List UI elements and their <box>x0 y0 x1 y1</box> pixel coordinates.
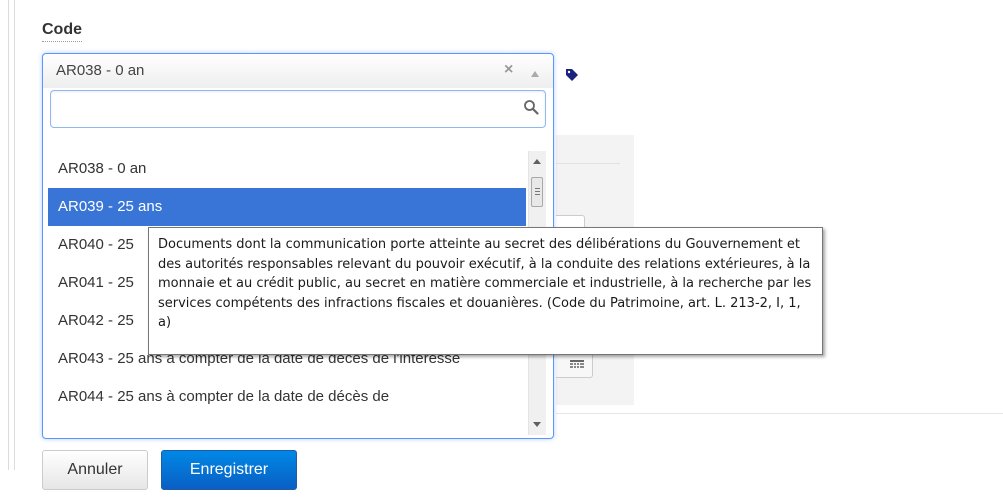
selected-value: AR038 - 0 an <box>56 62 145 79</box>
option-ar039[interactable]: AR039 - 25 ans <box>48 188 526 226</box>
scroll-up-icon[interactable] <box>533 159 541 164</box>
option-ar038[interactable]: AR038 - 0 an <box>48 150 526 188</box>
scroll-thumb[interactable] <box>531 177 543 207</box>
chevron-up-icon[interactable] <box>531 64 539 82</box>
tag-icon[interactable] <box>565 68 579 87</box>
scroll-down-icon[interactable] <box>533 422 541 427</box>
save-button[interactable]: Enregistrer <box>161 450 297 490</box>
cancel-button[interactable]: Annuler <box>42 450 148 490</box>
calendar-button[interactable] <box>556 352 593 378</box>
field-label-code: Code <box>42 20 82 42</box>
divider <box>556 163 620 164</box>
left-border-line <box>8 0 9 470</box>
search-icon <box>523 99 539 120</box>
clear-selection-icon[interactable]: × <box>504 61 513 79</box>
select-current[interactable]: AR038 - 0 an × <box>43 54 553 88</box>
option-description-tooltip: Documents dont la communication porte at… <box>148 227 823 355</box>
calendar-icon <box>570 360 584 368</box>
search-field[interactable] <box>50 90 546 128</box>
search-input[interactable] <box>51 91 511 125</box>
divider <box>556 413 1003 414</box>
option-ar044[interactable]: AR044 - 25 ans à compter de la date de d… <box>48 378 526 416</box>
left-border-line <box>14 0 15 470</box>
